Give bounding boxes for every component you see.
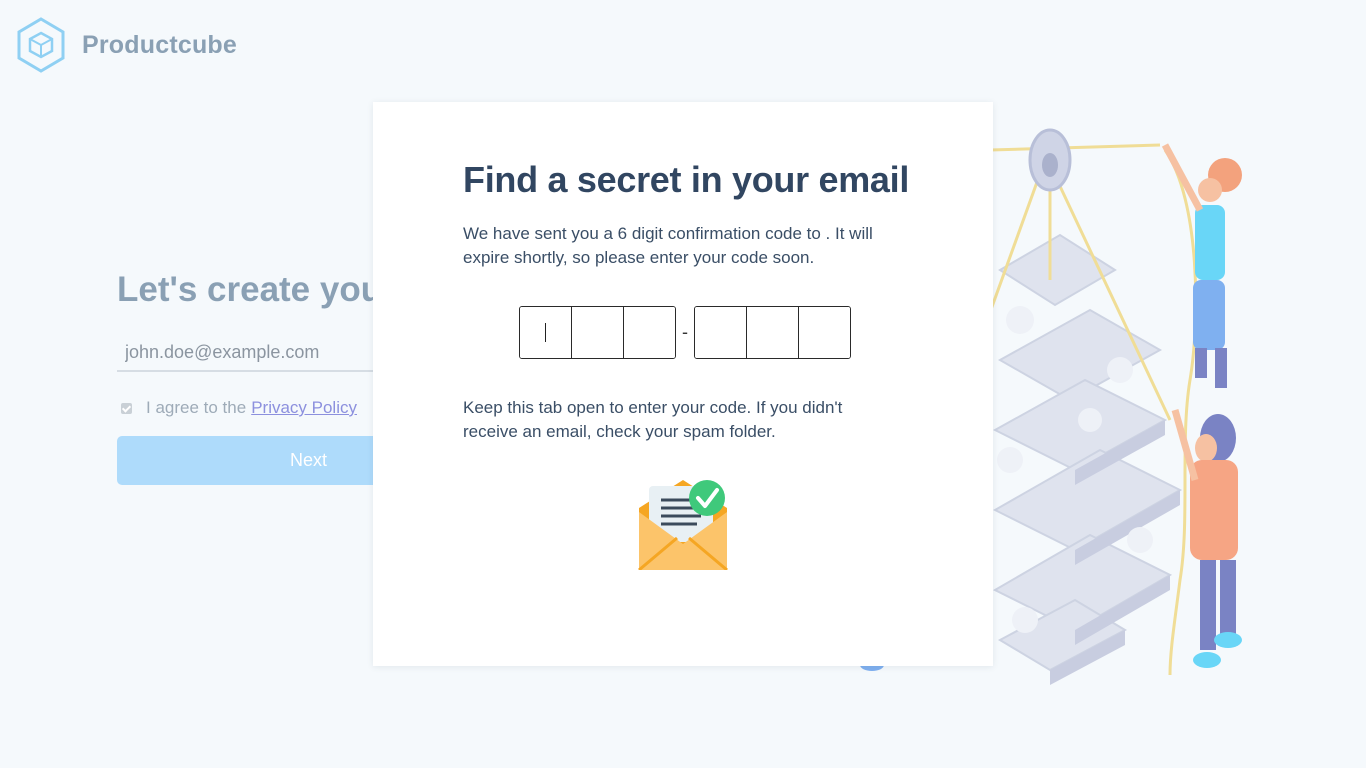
modal-description: We have sent you a 6 digit confirmation … bbox=[463, 224, 873, 267]
code-digit-4[interactable] bbox=[695, 307, 747, 358]
code-digit-1[interactable] bbox=[520, 307, 572, 358]
hexagon-cube-icon bbox=[17, 17, 65, 73]
email-field[interactable] bbox=[117, 334, 417, 372]
open-envelope-check-icon bbox=[637, 478, 729, 575]
code-group-first bbox=[519, 306, 676, 359]
page: Productcube Let's create your I agree to… bbox=[0, 0, 1366, 768]
brand-name: Productcube bbox=[82, 30, 237, 59]
code-digit-3[interactable] bbox=[624, 307, 675, 358]
privacy-policy-link[interactable]: Privacy Policy bbox=[251, 398, 357, 418]
code-group-second bbox=[694, 306, 851, 359]
spam-note: Keep this tab open to enter your code. I… bbox=[463, 398, 843, 441]
code-digit-2[interactable] bbox=[572, 307, 624, 358]
modal-title: Find a secret in your email bbox=[463, 159, 910, 200]
confirmation-modal: Find a secret in your email We have sent… bbox=[373, 102, 993, 666]
code-input-row: - bbox=[519, 306, 851, 359]
modal-header: Find a secret in your email We have sent… bbox=[463, 158, 910, 270]
brand-logo[interactable]: Productcube bbox=[17, 17, 237, 73]
agree-label: I agree to the bbox=[146, 398, 247, 417]
code-digit-6[interactable] bbox=[799, 307, 850, 358]
code-separator: - bbox=[682, 322, 688, 342]
code-digit-5[interactable] bbox=[747, 307, 799, 358]
agree-checkbox[interactable] bbox=[121, 402, 132, 414]
modal-footer-note: Keep this tab open to enter your code. I… bbox=[463, 396, 893, 444]
